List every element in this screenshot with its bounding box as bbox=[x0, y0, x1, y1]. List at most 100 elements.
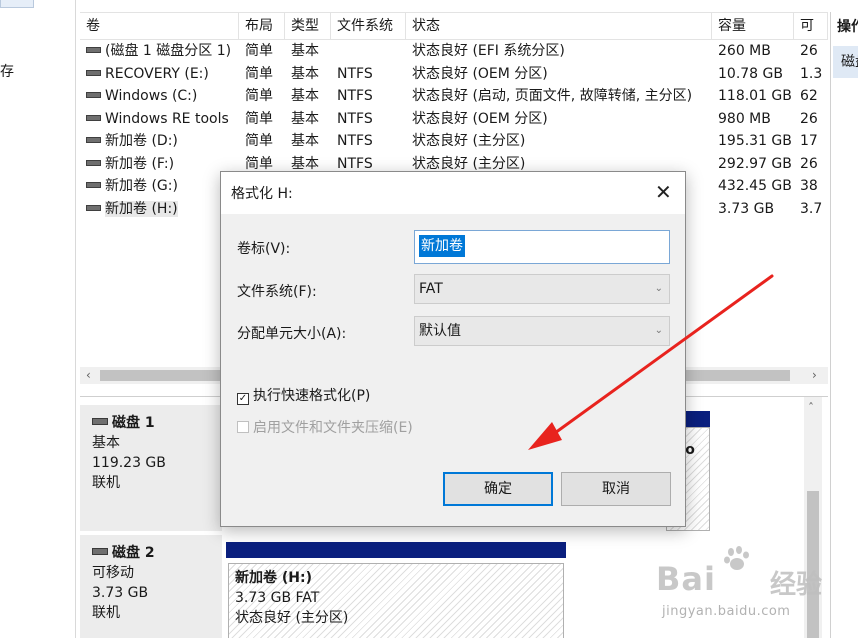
cell-capacity: 292.97 GB bbox=[718, 155, 792, 172]
disk-name: 磁盘 2 bbox=[112, 545, 155, 561]
volume-label-input[interactable]: 新加卷 bbox=[414, 230, 670, 264]
cell-layout: 简单 bbox=[245, 88, 273, 104]
cell-free: 17 bbox=[800, 133, 818, 149]
checkbox-empty-icon bbox=[237, 421, 249, 433]
actions-title: 操作 bbox=[837, 19, 858, 35]
volume-icon bbox=[86, 137, 101, 143]
volume-name: 新加卷 (F:) bbox=[105, 155, 175, 172]
file-system-caption: 文件系统(F): bbox=[237, 284, 317, 300]
column-header-filesystem[interactable]: 文件系统 bbox=[331, 13, 406, 40]
cell-free: 62 bbox=[800, 88, 818, 104]
volume-name: Windows (C:) bbox=[105, 88, 198, 104]
volume-name: (磁盘 1 磁盘分区 1) bbox=[105, 43, 232, 59]
column-header-capacity[interactable]: 容量 bbox=[712, 13, 794, 40]
cell-layout: 简单 bbox=[245, 43, 273, 59]
column-header-type[interactable]: 类型 bbox=[285, 13, 331, 40]
partition-box-h[interactable]: 新加卷 (H:) 3.73 GB FAT 状态良好 (主分区) bbox=[228, 563, 564, 638]
column-header-layout[interactable]: 布局 bbox=[239, 13, 285, 40]
navigation-pane: 存 bbox=[0, 0, 76, 638]
disk-state: 联机 bbox=[92, 605, 120, 621]
volume-label-caption: 卷标(V): bbox=[237, 241, 291, 257]
allocation-unit-value: 默认值 bbox=[419, 323, 461, 339]
cell-layout: 简单 bbox=[245, 65, 273, 82]
actions-item-disk[interactable]: 磁盘 bbox=[833, 46, 858, 78]
cell-volume: (磁盘 1 磁盘分区 1) bbox=[86, 40, 239, 62]
cell-status: 状态良好 (OEM 分区) bbox=[412, 65, 548, 82]
column-header-volume[interactable]: 卷 bbox=[80, 13, 239, 40]
cell-capacity: 118.01 GB bbox=[718, 88, 792, 104]
checkbox-checked-icon: ✓ bbox=[237, 393, 249, 405]
cell-status: 状态良好 (OEM 分区) bbox=[412, 110, 548, 127]
volume-name: Windows RE tools bbox=[105, 110, 229, 127]
cell-layout: 简单 bbox=[245, 133, 273, 149]
cell-free: 26 bbox=[800, 110, 818, 127]
disk-2-label[interactable]: 磁盘 2 可移动 3.73 GB 联机 bbox=[80, 535, 222, 638]
cell-status: 状态良好 (主分区) bbox=[412, 133, 526, 149]
nav-fragment-text: 存 bbox=[0, 64, 14, 80]
volume-name: 新加卷 (H:) bbox=[105, 200, 178, 217]
disk-size: 119.23 GB bbox=[92, 455, 166, 471]
column-header-free[interactable]: 可 bbox=[794, 13, 828, 40]
compression-checkbox[interactable]: 启用文件和文件夹压缩(E) bbox=[237, 417, 413, 437]
cell-fs: NTFS bbox=[337, 133, 373, 149]
format-dialog: 格式化 H: ✕ 卷标(V): 新加卷 文件系统(F): FAT ⌄ 分配单元大… bbox=[220, 171, 686, 527]
cell-fs: NTFS bbox=[337, 110, 373, 127]
ok-button[interactable]: 确定 bbox=[443, 472, 553, 506]
table-row[interactable]: RECOVERY (E:) 简单 基本 NTFS 状态良好 (OEM 分区) 10.78 … bbox=[80, 63, 828, 86]
volume-icon bbox=[86, 114, 101, 121]
allocation-unit-caption: 分配单元大小(A): bbox=[237, 326, 347, 342]
volume-name: 新加卷 (D:) bbox=[105, 133, 178, 149]
volume-icon bbox=[86, 182, 101, 188]
cell-volume: 新加卷 (F:) bbox=[86, 153, 239, 175]
partition-detail: 3.73 GB FAT bbox=[235, 590, 320, 606]
watermark-url: jingyan.baidu.com bbox=[662, 604, 791, 619]
dialog-titlebar: 格式化 H: ✕ bbox=[221, 172, 685, 214]
volume-name: 新加卷 (G:) bbox=[105, 178, 178, 194]
disk-1-label[interactable]: 磁盘 1 基本 119.23 GB 联机 bbox=[80, 405, 222, 531]
scroll-left-icon[interactable]: ‹ bbox=[86, 367, 91, 384]
cell-capacity: 3.73 GB bbox=[718, 200, 775, 217]
quick-format-checkbox[interactable]: ✓ 执行快速格式化(P) bbox=[237, 385, 370, 405]
cell-type: 基本 bbox=[291, 88, 319, 104]
disk-size: 3.73 GB bbox=[92, 585, 149, 601]
cell-status: 状态良好 (EFI 系统分区) bbox=[412, 43, 565, 59]
close-icon[interactable]: ✕ bbox=[655, 180, 672, 204]
scroll-right-icon[interactable]: › bbox=[812, 367, 817, 384]
cell-capacity: 432.45 GB bbox=[718, 178, 792, 194]
cell-type: 基本 bbox=[291, 43, 319, 59]
cell-volume: Windows (C:) bbox=[86, 85, 239, 107]
volume-icon bbox=[86, 92, 101, 98]
table-row[interactable]: (磁盘 1 磁盘分区 1) 简单 基本 状态良好 (EFI 系统分区) 260 MB 26 bbox=[80, 40, 828, 63]
partition-status: 状态良好 (主分区) bbox=[235, 610, 349, 626]
cell-free: 3.7 bbox=[800, 200, 823, 217]
cell-volume: RECOVERY (E:) bbox=[86, 63, 239, 85]
file-system-value: FAT bbox=[419, 281, 443, 297]
pane-tab-strip bbox=[0, 0, 34, 8]
cell-capacity: 980 MB bbox=[718, 110, 771, 127]
column-header-status[interactable]: 状态 bbox=[406, 13, 712, 40]
allocation-unit-select[interactable]: 默认值 ⌄ bbox=[414, 316, 670, 346]
cell-volume: 新加卷 (G:) bbox=[86, 175, 239, 197]
cell-free: 38 bbox=[800, 178, 818, 194]
table-row[interactable]: 新加卷 (D:) 简单 基本 NTFS 状态良好 (主分区) 195.31 GB 17 bbox=[80, 130, 828, 153]
cell-type: 基本 bbox=[291, 133, 319, 149]
cell-capacity: 260 MB bbox=[718, 43, 771, 59]
volume-icon bbox=[86, 159, 101, 166]
volume-icon bbox=[86, 47, 101, 53]
cell-free: 26 bbox=[800, 155, 818, 172]
cell-type: 基本 bbox=[291, 65, 319, 82]
paw-logo-icon bbox=[724, 546, 749, 570]
cancel-button[interactable]: 取消 bbox=[561, 472, 671, 506]
cell-volume: Windows RE tools bbox=[86, 108, 239, 130]
table-row[interactable]: Windows (C:) 简单 基本 NTFS 状态良好 (启动, 页面文件, 故障转储… bbox=[80, 85, 828, 108]
cell-free: 26 bbox=[800, 43, 818, 59]
table-row[interactable]: Windows RE tools 简单 基本 NTFS 状态良好 (OEM 分区) 980… bbox=[80, 108, 828, 131]
cell-status: 状态良好 (启动, 页面文件, 故障转储, 主分区) bbox=[412, 88, 693, 104]
cell-fs: NTFS bbox=[337, 88, 373, 104]
quick-format-label: 执行快速格式化(P) bbox=[253, 388, 371, 404]
scroll-up-icon[interactable]: ˆ bbox=[808, 401, 814, 415]
volume-icon bbox=[86, 204, 101, 211]
partition-name: 新加卷 (H:) bbox=[235, 570, 312, 586]
cell-volume: 新加卷 (D:) bbox=[86, 130, 239, 152]
file-system-select[interactable]: FAT ⌄ bbox=[414, 274, 670, 304]
